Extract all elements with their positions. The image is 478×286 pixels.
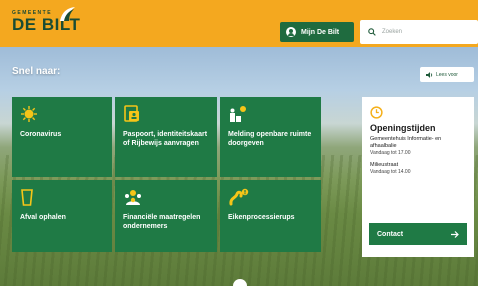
my-account-button[interactable]: Mijn De Bilt — [280, 22, 354, 42]
contact-label: Contact — [377, 230, 404, 238]
contact-button[interactable]: Contact — [369, 223, 467, 245]
search-icon — [368, 28, 376, 36]
tile-label: Melding openbare ruimte doorgeven — [228, 131, 312, 147]
header: GEMEENTE DE BILT Mijn De Bilt Zoeken — [0, 0, 478, 47]
id-card-icon — [124, 105, 139, 122]
location-name: Gemeentehuis Informatie- en afhaalbalie — [370, 136, 442, 149]
tile-waste-collection[interactable]: Afval ophalen — [12, 180, 112, 252]
search-input[interactable]: Zoeken — [360, 20, 478, 44]
scroll-indicator[interactable] — [233, 279, 247, 286]
quick-links-title: Snel naar: — [12, 66, 61, 77]
my-account-label: Mijn De Bilt — [301, 28, 340, 36]
tile-label: Paspoort, identiteitskaart of Rijbewijs … — [123, 131, 208, 147]
bin-icon — [21, 189, 33, 206]
tile-passport-id[interactable]: Paspoort, identiteitskaart of Rijbewijs … — [115, 97, 217, 177]
opening-hours-title: Openingstijden — [370, 123, 436, 133]
search-placeholder: Zoeken — [382, 29, 403, 35]
municipality-logo[interactable]: GEMEENTE DE BILT — [12, 7, 80, 34]
tile-financial-measures[interactable]: Financiële maatregelen ondernemers — [115, 180, 217, 252]
clock-icon — [370, 106, 383, 119]
speaker-icon — [426, 71, 433, 78]
tile-label: Coronavirus — [20, 131, 62, 138]
tile-label: Eikenprocessierups — [228, 214, 295, 221]
location-hours: Vandaag tot 14.00 — [370, 169, 411, 175]
location-hours: Vandaag tot 17.00 — [370, 150, 411, 156]
tile-report-public-space[interactable]: Melding openbare ruimte doorgeven — [220, 97, 321, 177]
arrow-right-icon — [451, 230, 459, 238]
tile-label: Financiële maatregelen ondernemers — [123, 214, 201, 230]
tile-oak-processionary[interactable]: Eikenprocessierups — [220, 180, 321, 252]
virus-icon — [21, 106, 37, 122]
report-icon — [230, 106, 246, 122]
read-aloud-label: Lees voor — [436, 71, 458, 78]
location-name: Milieustraat — [370, 162, 399, 168]
read-aloud-button[interactable]: Lees voor — [420, 67, 474, 82]
user-icon — [286, 27, 296, 37]
finance-icon — [125, 190, 141, 205]
tile-label: Afval ophalen — [20, 214, 66, 221]
caterpillar-icon — [229, 188, 249, 206]
logo-mark-icon — [60, 7, 75, 21]
tile-coronavirus[interactable]: Coronavirus — [12, 97, 112, 177]
